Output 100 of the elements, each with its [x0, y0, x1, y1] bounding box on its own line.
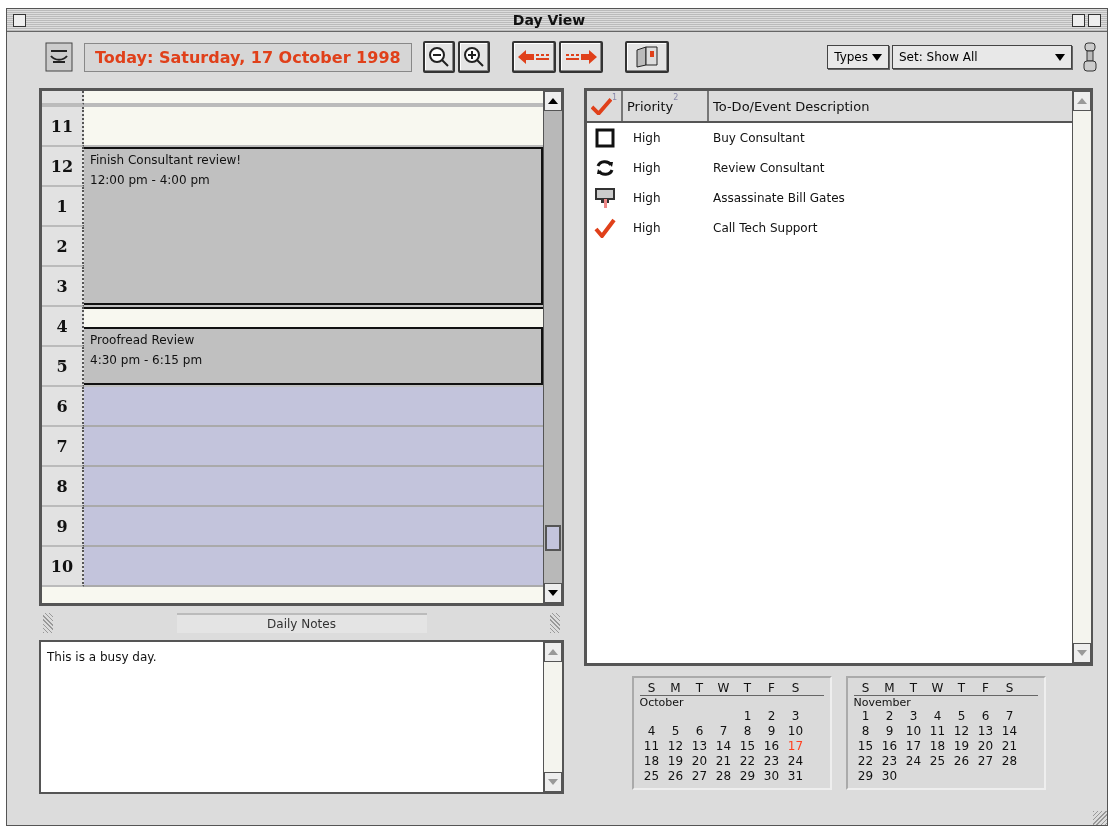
calendar-day[interactable]: 10 [901, 724, 926, 739]
calendar-day[interactable]: 9 [759, 724, 784, 739]
calendar-day[interactable]: 23 [759, 754, 784, 769]
calendar-day[interactable]: 20 [687, 754, 712, 769]
book-icon [633, 46, 660, 68]
close-box[interactable] [13, 13, 26, 27]
scrollbar[interactable] [543, 91, 562, 603]
calendar-day[interactable]: 2 [877, 709, 902, 724]
calendar-day[interactable]: 23 [877, 754, 902, 769]
calendar-day[interactable]: 16 [759, 739, 784, 754]
calendar-day[interactable]: 5 [949, 709, 974, 724]
calendar-day[interactable]: 22 [735, 754, 760, 769]
calendar-day[interactable]: 12 [663, 739, 688, 754]
weekday-label: W [930, 681, 945, 695]
calendar-day[interactable]: 3 [783, 709, 808, 724]
todo-row[interactable]: High Assassinate Bill Gates [587, 183, 1072, 213]
calendar-day[interactable]: 22 [853, 754, 878, 769]
calendar-day[interactable]: 18 [925, 739, 950, 754]
hour-label: 1 [42, 187, 84, 227]
calendar-day[interactable]: 28 [711, 769, 736, 784]
calendar-day[interactable]: 27 [687, 769, 712, 784]
resize-grip[interactable] [43, 613, 53, 633]
calendar-day[interactable]: 15 [735, 739, 760, 754]
window-title: Day View [511, 12, 587, 28]
tool-icon[interactable] [1083, 42, 1097, 72]
weekday-label: T [742, 681, 753, 695]
calendar-day[interactable]: 18 [639, 754, 664, 769]
calendar-day[interactable]: 29 [853, 769, 878, 784]
zoom-out-button[interactable] [422, 41, 455, 73]
calendar-day[interactable]: 13 [687, 739, 712, 754]
calendar-day[interactable]: 7 [997, 709, 1022, 724]
calendar-day[interactable]: 21 [997, 739, 1022, 754]
calendar-day[interactable]: 14 [711, 739, 736, 754]
scroll-thumb[interactable] [545, 525, 561, 551]
calendar-day[interactable]: 8 [735, 724, 760, 739]
time-slot[interactable] [84, 307, 543, 327]
event-block[interactable]: Finish Consultant review! 12:00 pm - 4:00 pm [84, 147, 543, 305]
collapse-box[interactable] [1088, 13, 1101, 27]
todo-row[interactable]: High Call Tech Support [587, 213, 1072, 243]
calendar-day[interactable]: 11 [925, 724, 950, 739]
calendar-day[interactable]: 17 [901, 739, 926, 754]
calendar-day[interactable]: 25 [639, 769, 664, 784]
event-block[interactable]: Proofread Review 4:30 pm - 6:15 pm [84, 327, 543, 385]
calendar-day[interactable]: 20 [973, 739, 998, 754]
calendar-day[interactable]: 27 [973, 754, 998, 769]
calendar-day[interactable]: 25 [925, 754, 950, 769]
next-button[interactable] [558, 41, 603, 73]
resize-grip[interactable] [1093, 811, 1107, 825]
weekday-label: F [767, 681, 776, 695]
resize-grip[interactable] [550, 613, 560, 633]
calendar-day[interactable]: 8 [853, 724, 878, 739]
calendar-day[interactable]: 13 [973, 724, 998, 739]
calendar-day[interactable]: 6 [973, 709, 998, 724]
calendar-day[interactable]: 24 [901, 754, 926, 769]
calendar-day[interactable]: 1 [853, 709, 878, 724]
calendar-day[interactable]: 24 [783, 754, 808, 769]
weekday-label: S [646, 681, 657, 695]
previous-button[interactable] [511, 41, 556, 73]
todo-row[interactable]: High Buy Consultant [587, 123, 1072, 153]
tray-icon[interactable] [45, 42, 73, 72]
calendar-day[interactable]: 2 [759, 709, 784, 724]
column-header[interactable]: Priority $^{2}$ [623, 91, 709, 121]
right-arrow-icon [563, 49, 598, 65]
calendar-day[interactable]: 14 [997, 724, 1022, 739]
set-dropdown[interactable]: Set: Show All [892, 45, 1072, 69]
column-header[interactable]: To-Do/Event Description [709, 91, 1072, 121]
calendar-day[interactable]: 12 [949, 724, 974, 739]
weekday-label: S [1004, 681, 1015, 695]
left-arrow-icon [516, 49, 551, 65]
calendar-day[interactable]: 1 [735, 709, 760, 724]
calendar-day[interactable]: 15 [853, 739, 878, 754]
calendar-day[interactable]: 3 [901, 709, 926, 724]
calendar-day[interactable]: 9 [877, 724, 902, 739]
calendar-day[interactable]: 30 [759, 769, 784, 784]
calendar-day[interactable]: 31 [783, 769, 808, 784]
calendar-day[interactable]: 4 [925, 709, 950, 724]
calendar-day[interactable]: 10 [783, 724, 808, 739]
calendar-day[interactable]: 29 [735, 769, 760, 784]
weekday-label: M [883, 681, 896, 695]
calendar-day[interactable]: 5 [663, 724, 688, 739]
calendar-day[interactable]: 16 [877, 739, 902, 754]
zoom-in-button[interactable] [457, 41, 490, 73]
calendar-day[interactable]: 30 [877, 769, 902, 784]
scrollbar[interactable] [543, 642, 562, 792]
todo-row[interactable]: High Review Consultant [587, 153, 1072, 183]
calendar-day[interactable]: 7 [711, 724, 736, 739]
calendar-day[interactable]: 28 [997, 754, 1022, 769]
scrollbar[interactable] [1072, 91, 1091, 663]
zoom-box[interactable] [1072, 13, 1085, 27]
calendar-day[interactable]: 21 [711, 754, 736, 769]
calendar-day[interactable]: 19 [949, 739, 974, 754]
event-title: Finish Consultant review! [90, 153, 242, 167]
calendar-day[interactable]: 6 [687, 724, 712, 739]
calendar-day[interactable]: 26 [949, 754, 974, 769]
calendar-day[interactable]: 26 [663, 769, 688, 784]
calendar-day[interactable]: 4 [639, 724, 664, 739]
calendar-day[interactable]: 19 [663, 754, 688, 769]
book-button[interactable] [624, 41, 669, 73]
types-dropdown[interactable]: Types [827, 45, 889, 69]
calendar-day[interactable]: 11 [639, 739, 664, 754]
